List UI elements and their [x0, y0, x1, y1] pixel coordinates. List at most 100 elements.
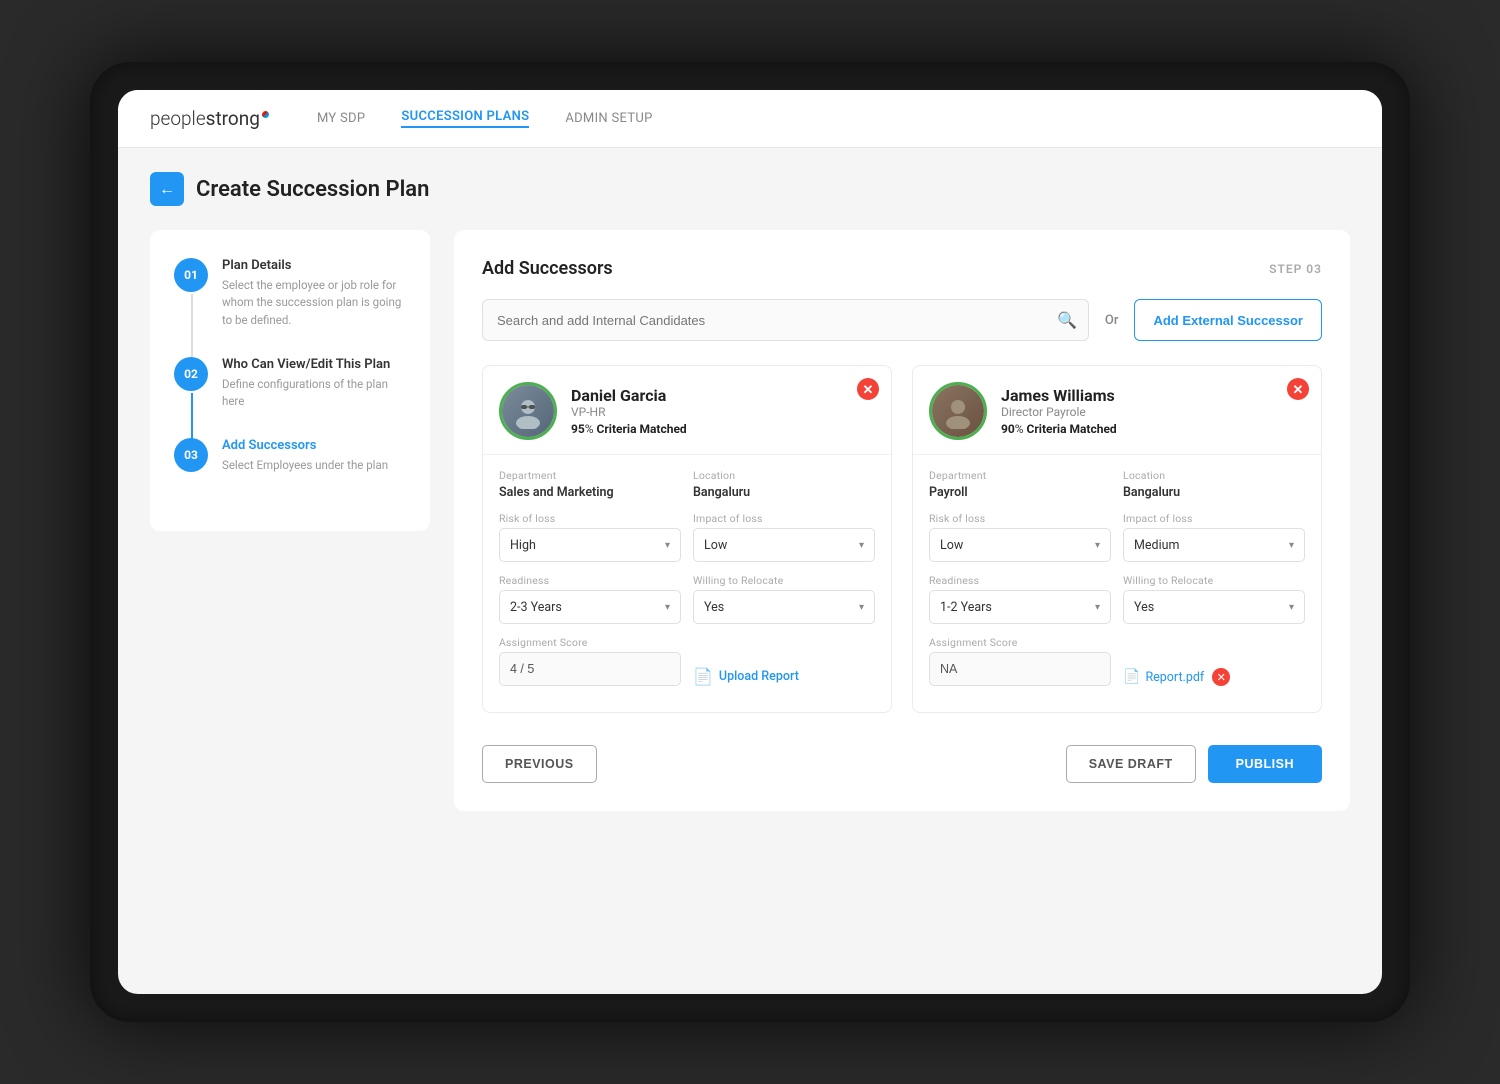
card-header-james: James Williams Director Payrole 90% Crit… — [913, 366, 1321, 455]
dept-loc-row-james: Department Payroll Location Bangaluru — [929, 469, 1305, 500]
search-input[interactable] — [482, 299, 1089, 341]
page-header: ← Create Succession Plan — [150, 172, 1350, 206]
cards-grid: Daniel Garcia VP-HR 95% Criteria Matched… — [482, 365, 1322, 713]
bottom-actions: PREVIOUS SAVE DRAFT PUBLISH — [482, 741, 1322, 783]
relocate-select-james[interactable]: Yes ▾ — [1123, 590, 1305, 624]
readiness-relocate-row-james: Readiness 1-2 Years ▾ Willing to Relocat… — [929, 574, 1305, 624]
candidate-card-daniel: Daniel Garcia VP-HR 95% Criteria Matched… — [482, 365, 892, 713]
relocate-select-daniel[interactable]: Yes ▾ — [693, 590, 875, 624]
impact-select-james[interactable]: Medium ▾ — [1123, 528, 1305, 562]
department-daniel: Department Sales and Marketing — [499, 469, 681, 500]
risk-james: Risk of loss Low ▾ — [929, 512, 1111, 562]
search-box: 🔍 — [482, 299, 1089, 341]
nav-my-sdp[interactable]: MY SDP — [317, 111, 365, 126]
step-item-1: 01 Plan Details Select the employee or j… — [174, 258, 406, 329]
location-james: Location Bangaluru — [1123, 469, 1305, 500]
chevron-down-icon: ▾ — [1095, 540, 1100, 551]
card-fields-james: Department Payroll Location Bangaluru — [913, 455, 1321, 712]
or-text: Or — [1105, 313, 1119, 328]
assignment-james: Assignment Score — [929, 636, 1111, 686]
impact-james: Impact of loss Medium ▾ — [1123, 512, 1305, 562]
candidate-card-james: James Williams Director Payrole 90% Crit… — [912, 365, 1322, 713]
upload-daniel: 📄 Upload Report — [693, 636, 875, 686]
logo-text: peoplestrong — [150, 107, 269, 130]
assignment-input-james[interactable] — [929, 652, 1111, 686]
search-icon: 🔍 — [1057, 311, 1077, 330]
daniel-role: VP-HR — [571, 405, 687, 419]
card-fields-daniel: Department Sales and Marketing Location … — [483, 455, 891, 712]
assignment-row-james: Assignment Score 📄 Report.pdf — [929, 636, 1305, 686]
impact-select-daniel[interactable]: Low ▾ — [693, 528, 875, 562]
add-external-successor-button[interactable]: Add External Successor — [1134, 299, 1322, 341]
chevron-down-icon: ▾ — [859, 540, 864, 551]
chevron-down-icon: ▾ — [1095, 602, 1100, 613]
daniel-match: 95% Criteria Matched — [571, 422, 687, 436]
card-header-daniel: Daniel Garcia VP-HR 95% Criteria Matched… — [483, 366, 891, 455]
nav-bar: peoplestrong MY SDP SUCCESSION PLANS ADM… — [118, 90, 1382, 148]
card-name-section-james: James Williams Director Payrole 90% Crit… — [1001, 386, 1117, 436]
step-title-2: Who Can View/Edit This Plan — [222, 357, 406, 372]
readiness-select-james[interactable]: 1-2 Years ▾ — [929, 590, 1111, 624]
dept-loc-row-daniel: Department Sales and Marketing Location … — [499, 469, 875, 500]
device-frame: peoplestrong MY SDP SUCCESSION PLANS ADM… — [90, 62, 1410, 1022]
step-item-2: 02 Who Can View/Edit This Plan Define co… — [174, 357, 406, 411]
risk-select-james[interactable]: Low ▾ — [929, 528, 1111, 562]
main-panel: Add Successors STEP 03 🔍 Or Add External… — [454, 230, 1350, 811]
risk-daniel: Risk of loss High ▾ — [499, 512, 681, 562]
relocate-james: Willing to Relocate Yes ▾ — [1123, 574, 1305, 624]
nav-links: MY SDP SUCCESSION PLANS ADMIN SETUP — [317, 109, 653, 128]
james-match: 90% Criteria Matched — [1001, 422, 1117, 436]
nav-admin-setup[interactable]: ADMIN SETUP — [565, 111, 652, 126]
step-desc-3: Select Employees under the plan — [222, 457, 388, 474]
upload-report-link-daniel[interactable]: 📄 Upload Report — [693, 667, 799, 686]
risk-select-daniel[interactable]: High ▾ — [499, 528, 681, 562]
nav-succession-plans[interactable]: SUCCESSION PLANS — [401, 109, 529, 128]
publish-button[interactable]: PUBLISH — [1208, 745, 1322, 783]
panel-title: Add Successors — [482, 258, 613, 279]
readiness-james: Readiness 1-2 Years ▾ — [929, 574, 1111, 624]
report-row-james: 📄 Report.pdf ✕ — [1123, 668, 1230, 686]
remove-daniel-button[interactable]: ✕ — [857, 378, 879, 400]
steps-sidebar: 01 Plan Details Select the employee or j… — [150, 230, 430, 531]
page-content: ← Create Succession Plan 01 Plan Details… — [118, 148, 1382, 994]
back-button[interactable]: ← — [150, 172, 184, 206]
step-info-1: Plan Details Select the employee or job … — [222, 258, 406, 329]
readiness-daniel: Readiness 2-3 Years ▾ — [499, 574, 681, 624]
main-layout: 01 Plan Details Select the employee or j… — [150, 230, 1350, 811]
step-circle-2: 02 — [174, 357, 208, 391]
step-desc-2: Define configurations of the plan here — [222, 376, 406, 411]
step-info-3: Add Successors Select Employees under th… — [222, 438, 388, 474]
report-name-james: 📄 Report.pdf — [1123, 669, 1204, 685]
risk-impact-row-daniel: Risk of loss High ▾ Impact of loss — [499, 512, 875, 562]
file-icon-james: 📄 — [1123, 669, 1140, 685]
chevron-down-icon: ▾ — [1289, 540, 1294, 551]
chevron-down-icon: ▾ — [665, 602, 670, 613]
search-row: 🔍 Or Add External Successor — [482, 299, 1322, 341]
step-circle-3: 03 — [174, 438, 208, 472]
logo: peoplestrong — [150, 107, 269, 130]
right-actions: SAVE DRAFT PUBLISH — [1066, 745, 1322, 783]
assignment-daniel: Assignment Score — [499, 636, 681, 686]
readiness-relocate-row-daniel: Readiness 2-3 Years ▾ Willing to Relocat… — [499, 574, 875, 624]
save-draft-button[interactable]: SAVE DRAFT — [1066, 745, 1196, 783]
file-upload-icon: 📄 — [693, 667, 713, 686]
step-title-3: Add Successors — [222, 438, 388, 453]
james-role: Director Payrole — [1001, 405, 1117, 419]
previous-button[interactable]: PREVIOUS — [482, 745, 597, 783]
page-title: Create Succession Plan — [196, 177, 429, 202]
assignment-row-daniel: Assignment Score 📄 Upload Report — [499, 636, 875, 686]
remove-report-james-button[interactable]: ✕ — [1212, 668, 1230, 686]
avatar-daniel — [499, 382, 557, 440]
panel-header: Add Successors STEP 03 — [482, 258, 1322, 279]
device-screen: peoplestrong MY SDP SUCCESSION PLANS ADM… — [118, 90, 1382, 994]
daniel-name: Daniel Garcia — [571, 386, 687, 405]
card-name-section-daniel: Daniel Garcia VP-HR 95% Criteria Matched — [571, 386, 687, 436]
assignment-input-daniel[interactable] — [499, 652, 681, 686]
risk-impact-row-james: Risk of loss Low ▾ Impact of loss — [929, 512, 1305, 562]
step-info-2: Who Can View/Edit This Plan Define confi… — [222, 357, 406, 411]
remove-james-button[interactable]: ✕ — [1287, 378, 1309, 400]
chevron-down-icon: ▾ — [665, 540, 670, 551]
readiness-select-daniel[interactable]: 2-3 Years ▾ — [499, 590, 681, 624]
chevron-down-icon: ▾ — [1289, 602, 1294, 613]
report-james: 📄 Report.pdf ✕ — [1123, 636, 1305, 686]
